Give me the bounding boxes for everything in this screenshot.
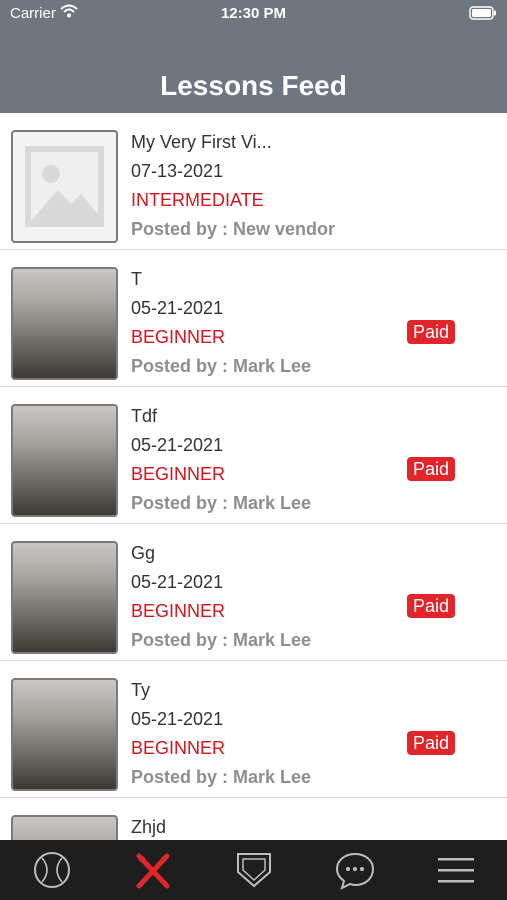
lesson-title: Gg: [131, 543, 156, 563]
nav-header: Carrier 12:30 PM Lessons Feed: [0, 0, 507, 113]
lesson-title: My Very First Vi...: [131, 132, 272, 152]
clock: 12:30 PM: [220, 5, 287, 22]
lesson-row[interactable]: T 05-21-2021 BEGINNER Posted by : Mark Lee P…: [0, 250, 507, 387]
video-thumbnail[interactable]: [11, 267, 118, 380]
video-thumbnail[interactable]: [11, 404, 118, 517]
lesson-poster: Posted by : Mark Lee: [131, 356, 312, 376]
crossed-bats-icon[interactable]: [133, 850, 173, 890]
tab-bar: [0, 840, 507, 900]
lesson-date: 07-13-2021: [131, 161, 224, 181]
image-placeholder-icon[interactable]: [11, 130, 118, 243]
home-plate-icon[interactable]: [234, 850, 274, 890]
lesson-level: BEGINNER: [131, 464, 226, 484]
lesson-row[interactable]: Gg 05-21-2021 BEGINNER Posted by : Mark Lee…: [0, 524, 507, 661]
status-bar: Carrier 12:30 PM: [0, 0, 507, 30]
lesson-title: Ty: [131, 680, 151, 700]
lesson-date: 05-21-2021: [131, 572, 224, 592]
lesson-poster: Posted by : Mark Lee: [131, 767, 312, 787]
lesson-date: 05-21-2021: [131, 298, 224, 318]
lesson-title: Zhjd: [131, 817, 167, 837]
lesson-poster: Posted by : New vendor: [131, 219, 336, 239]
chat-bubble-icon[interactable]: [335, 850, 375, 890]
lesson-level: INTERMEDIATE: [131, 190, 264, 210]
page-title: Lessons Feed: [160, 70, 347, 101]
battery-icon: [469, 6, 497, 25]
lesson-row[interactable]: Zhjd: [0, 798, 507, 840]
lesson-row[interactable]: Ty 05-21-2021 BEGINNER Posted by : Mark Lee…: [0, 661, 507, 798]
lesson-poster: Posted by : Mark Lee: [131, 630, 312, 650]
lesson-date: 05-21-2021: [131, 709, 224, 729]
lesson-date: 05-21-2021: [131, 435, 224, 455]
lesson-row[interactable]: My Very First Vi... 07-13-2021 INTERMEDIAT…: [0, 113, 507, 250]
lessons-list[interactable]: My Very First Vi... 07-13-2021 INTERMEDIAT…: [0, 113, 507, 840]
paid-badge: Paid: [407, 320, 456, 344]
paid-badge: Paid: [407, 731, 456, 755]
lesson-title: Tdf: [131, 406, 158, 426]
lesson-row[interactable]: Tdf 05-21-2021 BEGINNER Posted by : Mark Le…: [0, 387, 507, 524]
video-thumbnail[interactable]: [11, 815, 118, 840]
menu-icon[interactable]: [436, 850, 476, 890]
baseball-icon[interactable]: [32, 850, 72, 890]
lesson-title: T: [131, 269, 142, 289]
lesson-level: BEGINNER: [131, 738, 226, 758]
lesson-level: BEGINNER: [131, 601, 226, 621]
paid-badge: Paid: [407, 457, 456, 481]
video-thumbnail[interactable]: [11, 541, 118, 654]
lesson-poster: Posted by : Mark Lee: [131, 493, 312, 513]
lesson-level: BEGINNER: [131, 327, 226, 347]
video-thumbnail[interactable]: [11, 678, 118, 791]
paid-badge: Paid: [407, 594, 456, 618]
